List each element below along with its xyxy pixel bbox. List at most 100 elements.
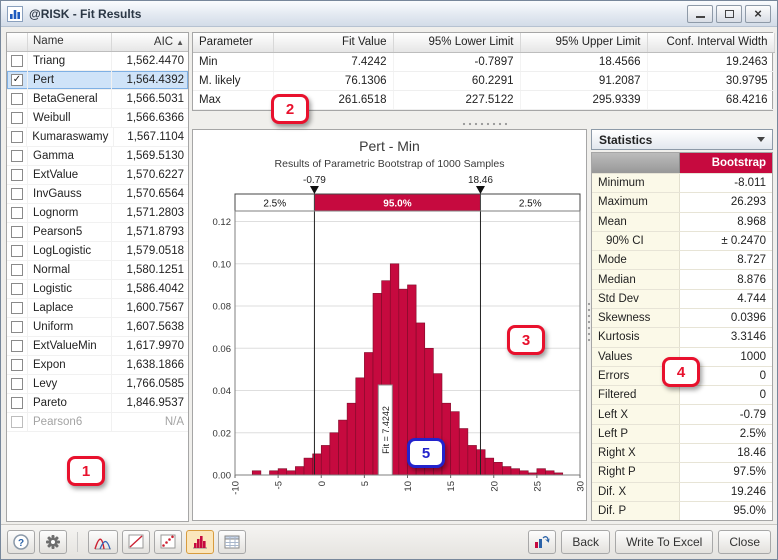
fit-list-row[interactable]: ExtValue1,570.6227	[7, 166, 188, 185]
toolbar-separator	[77, 532, 78, 552]
checkbox-unchecked[interactable]	[11, 169, 23, 181]
fit-list-row[interactable]: Laplace1,600.7567	[7, 299, 188, 318]
fit-list-row[interactable]: Uniform1,607.5638	[7, 318, 188, 337]
stats-row: Mean8.968	[592, 212, 772, 231]
checkbox-unchecked[interactable]	[11, 283, 23, 295]
pp-plot-button[interactable]	[122, 530, 150, 554]
checkbox-unchecked[interactable]	[11, 226, 23, 238]
param-column-header[interactable]: 95% Upper Limit	[520, 33, 647, 52]
chart-export-button[interactable]	[528, 530, 556, 554]
close-dialog-button[interactable]: Close	[718, 530, 771, 554]
checkbox-unchecked[interactable]	[11, 245, 23, 257]
param-value-cell: 30.9795	[647, 71, 774, 90]
aic-column-header[interactable]: AIC ▲	[112, 33, 188, 51]
bootstrap-histogram-button[interactable]	[186, 530, 214, 554]
bootstrap-column-header: Bootstrap	[680, 153, 772, 173]
checkbox-unchecked[interactable]	[11, 55, 23, 67]
fit-list-row[interactable]: ExtValueMin1,617.9970	[7, 337, 188, 356]
stat-label: Right P	[592, 463, 680, 481]
param-column-header[interactable]: Fit Value	[273, 33, 393, 52]
checkbox-unchecked[interactable]	[11, 397, 23, 409]
checkbox-unchecked[interactable]	[11, 264, 23, 276]
checkbox-unchecked[interactable]	[11, 131, 23, 143]
checkbox-column-header	[7, 33, 28, 51]
statistics-dropdown[interactable]: Statistics	[591, 129, 773, 150]
name-column-header[interactable]: Name	[28, 33, 112, 51]
fit-list-row[interactable]: Kumaraswamy1,567.1104	[7, 128, 188, 147]
fit-list-row[interactable]: Expon1,638.1866	[7, 356, 188, 375]
checkbox-unchecked[interactable]	[11, 207, 23, 219]
qq-plot-button[interactable]	[154, 530, 182, 554]
titlebar[interactable]: @RISK - Fit Results ×	[1, 1, 777, 27]
fit-list-row[interactable]: LogLogistic1,579.0518	[7, 242, 188, 261]
param-column-header[interactable]: Conf. Interval Width	[647, 33, 774, 52]
close-button[interactable]: ×	[745, 5, 771, 23]
stats-row: Std Dev4.744	[592, 289, 772, 308]
fit-comparison-button[interactable]	[88, 530, 118, 554]
help-button[interactable]: ?	[7, 530, 35, 554]
param-column-header[interactable]: 95% Lower Limit	[393, 33, 520, 52]
pp-plot-icon	[127, 534, 145, 550]
checkbox-unchecked[interactable]	[11, 340, 23, 352]
confidence-band: 2.5%95.0%2.5%	[235, 194, 580, 211]
checkbox-unchecked[interactable]	[11, 112, 23, 124]
checkbox-unchecked[interactable]	[11, 150, 23, 162]
fit-list-row[interactable]: Lognorm1,571.2803	[7, 204, 188, 223]
left-delimiter-marker[interactable]	[310, 186, 319, 194]
checkbox-checked[interactable]: ✓	[11, 74, 23, 86]
fit-list-row[interactable]: Normal1,580.1251	[7, 261, 188, 280]
distribution-name: Pareto	[28, 394, 112, 412]
checkbox-unchecked[interactable]	[11, 416, 23, 428]
minimize-button[interactable]	[687, 5, 713, 23]
checkbox-unchecked[interactable]	[11, 378, 23, 390]
settings-button[interactable]	[39, 530, 67, 554]
stat-value: 18.46	[680, 444, 772, 462]
fit-list-row[interactable]: Pearson51,571.8793	[7, 223, 188, 242]
distribution-name: Logistic	[28, 280, 112, 298]
aic-value: 1,607.5638	[112, 321, 188, 333]
statistics-dropdown-label: Statistics	[599, 133, 652, 147]
checkbox-unchecked[interactable]	[11, 188, 23, 200]
fit-checkbox-cell	[7, 356, 28, 374]
checkbox-unchecked[interactable]	[11, 321, 23, 333]
fit-list-row[interactable]: Gamma1,569.5130	[7, 147, 188, 166]
fit-list-row[interactable]: Weibull1,566.6366	[7, 109, 188, 128]
stats-row: Skewness0.0396	[592, 308, 772, 327]
checkbox-unchecked[interactable]	[11, 93, 23, 105]
fit-list-row[interactable]: ✓Pert1,564.4392	[7, 71, 188, 90]
stats-row: Left X-0.79	[592, 404, 772, 423]
right-delimiter-marker[interactable]	[476, 186, 485, 194]
fit-list-row[interactable]: Logistic1,586.4042	[7, 280, 188, 299]
fit-checkbox-cell: ✓	[7, 71, 28, 89]
fit-list-row[interactable]: InvGauss1,570.6564	[7, 185, 188, 204]
fit-list-row[interactable]: Triang1,562.4470	[7, 52, 188, 71]
callout-step-3: 3	[507, 325, 545, 355]
fit-checkbox-cell	[7, 223, 28, 241]
fit-list-row[interactable]: Pearson6N/A	[7, 413, 188, 432]
toolbar-right-group: Back Write To Excel Close	[528, 530, 771, 554]
fit-checkbox-cell	[7, 375, 28, 393]
param-value-cell: 295.9339	[520, 90, 647, 109]
fit-list-row[interactable]: BetaGeneral1,566.5031	[7, 90, 188, 109]
maximize-button[interactable]	[716, 5, 742, 23]
fit-list-row[interactable]: Pareto1,846.9537	[7, 394, 188, 413]
write-to-excel-button[interactable]: Write To Excel	[615, 530, 713, 554]
distribution-name: InvGauss	[28, 185, 112, 203]
distribution-fit-list: Name AIC ▲ Triang1,562.4470✓Pert1,564.43…	[6, 32, 189, 522]
fit-checkbox-cell	[7, 413, 28, 431]
fit-list-row[interactable]: Levy1,766.0585	[7, 375, 188, 394]
checkbox-unchecked[interactable]	[11, 359, 23, 371]
back-button[interactable]: Back	[561, 530, 610, 554]
fit-list-rows: Triang1,562.4470✓Pert1,564.4392BetaGener…	[7, 52, 188, 432]
stat-label: Filtered	[592, 386, 680, 404]
svg-text:0.08: 0.08	[213, 302, 232, 313]
fit-checkbox-cell	[7, 166, 28, 184]
svg-text:0.00: 0.00	[213, 471, 232, 482]
aic-value: 1,638.1866	[112, 359, 188, 371]
checkbox-unchecked[interactable]	[11, 302, 23, 314]
splitter-handle-horizontal[interactable]	[461, 122, 507, 126]
statistics-table: Bootstrap Minimum-8.011Maximum26.293Mean…	[591, 152, 773, 521]
stat-value: 2.5%	[680, 425, 772, 443]
data-table-button[interactable]	[218, 530, 246, 554]
param-column-header[interactable]: Parameter	[193, 33, 273, 52]
